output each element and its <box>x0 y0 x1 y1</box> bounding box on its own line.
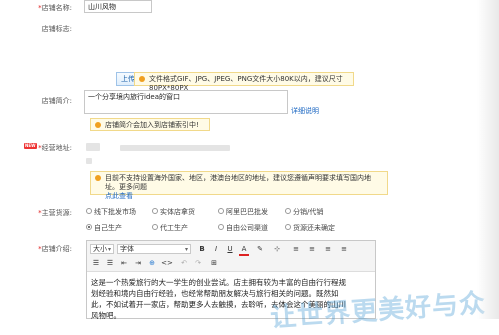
option-label: 阿里巴巴批发 <box>226 208 268 216</box>
source-label: *主营货源: <box>38 209 72 217</box>
shop-intro-hint: 店铺简介会加入到店铺索引中! <box>90 118 210 131</box>
radio-alibaba[interactable] <box>218 208 224 214</box>
radio-distribution[interactable] <box>285 208 291 214</box>
editor-content-line: 这是一个热爱旅行的大一学生的创业尝试。店主拥有较为丰富的自由行行程规 <box>91 278 346 287</box>
radio-self-produced[interactable] <box>86 224 92 230</box>
font-color-icon[interactable]: A <box>239 244 249 256</box>
option-label: 自己生产 <box>94 224 122 232</box>
ordered-list-icon[interactable]: ☰ <box>91 258 101 268</box>
right-edge-fade <box>477 0 499 319</box>
italic-icon[interactable]: I <box>211 244 221 254</box>
radio-oem[interactable] <box>152 224 158 230</box>
address-label: *经营地址: <box>38 144 72 152</box>
info-icon <box>95 122 101 128</box>
shop-intro-label: 店铺简介: <box>41 97 72 105</box>
option-label: 分销/代销 <box>293 208 324 216</box>
option-label: 实体店拿货 <box>160 208 195 216</box>
chevron-down-icon: ▾ <box>184 246 188 253</box>
align-left-icon[interactable]: ≡ <box>291 244 301 254</box>
font-size-select[interactable]: 大小 ▾ <box>90 244 114 254</box>
align-justify-icon[interactable]: ≡ <box>339 244 349 254</box>
underline-icon[interactable]: U <box>225 244 235 254</box>
option-label: 线下批发市场 <box>94 208 136 216</box>
source-code-icon[interactable]: <> <box>161 258 173 268</box>
special-char-icon[interactable]: ⊹ <box>271 244 283 254</box>
shop-name-input[interactable]: 山川风物 <box>84 0 152 13</box>
radio-own-channel[interactable] <box>218 224 224 230</box>
align-center-icon[interactable]: ≡ <box>307 244 317 254</box>
editor-content-line: 风物吧。 <box>91 311 121 320</box>
outdent-icon[interactable]: ⇤ <box>119 258 129 268</box>
radio-store-pickup[interactable] <box>152 208 158 214</box>
info-icon <box>95 175 101 181</box>
chevron-down-icon: ▾ <box>107 246 111 253</box>
indent-icon[interactable]: ⇥ <box>133 258 143 268</box>
address-hint: 目前不支持设置海外国家、地区，港澳台地区的地址，建议您遵循声明要求填写国内地址。… <box>90 171 388 200</box>
undo-icon[interactable]: ↶ <box>179 258 189 268</box>
redo-icon[interactable]: ↷ <box>193 258 203 268</box>
shop-intro-textarea[interactable] <box>84 90 288 114</box>
intro-editor-label: *店铺介绍: <box>38 245 72 253</box>
address-blurred <box>120 145 230 151</box>
option-label: 货源还未确定 <box>293 224 335 232</box>
bold-icon[interactable]: B <box>197 244 207 254</box>
table-icon[interactable]: ⊞ <box>209 258 219 268</box>
info-icon <box>139 76 145 82</box>
link-icon[interactable]: ⊕ <box>147 258 157 268</box>
font-family-select[interactable]: 字体 ▾ <box>117 244 191 254</box>
unordered-list-icon[interactable]: ☰ <box>105 258 115 268</box>
address-blurred <box>86 158 92 164</box>
upload-format-hint: 文件格式GIF、JPG、JPEG、PNG文件大小80K以内，建议尺寸80PX*8… <box>134 72 354 92</box>
shop-logo-label: 店铺标志: <box>41 25 72 33</box>
option-label: 代工生产 <box>160 224 188 232</box>
editor-toolbar: 大小 ▾ 字体 ▾ B I U A ✎ ⊹ ≡ ≡ ≡ ≡ ☰ ☰ ⇤ ⇥ ⊕ <>… <box>87 241 375 272</box>
option-label: 自由公司渠道 <box>226 224 268 232</box>
radio-wholesale-market[interactable] <box>86 208 92 214</box>
address-blurred <box>86 143 100 151</box>
detail-link[interactable]: 详细说明 <box>291 106 319 116</box>
highlight-icon[interactable]: ✎ <box>255 244 265 254</box>
address-hint-link[interactable]: 点此查看 <box>105 192 133 200</box>
align-right-icon[interactable]: ≡ <box>323 244 333 254</box>
radio-undecided[interactable] <box>285 224 291 230</box>
shop-name-label: *店铺名称: <box>38 4 72 12</box>
